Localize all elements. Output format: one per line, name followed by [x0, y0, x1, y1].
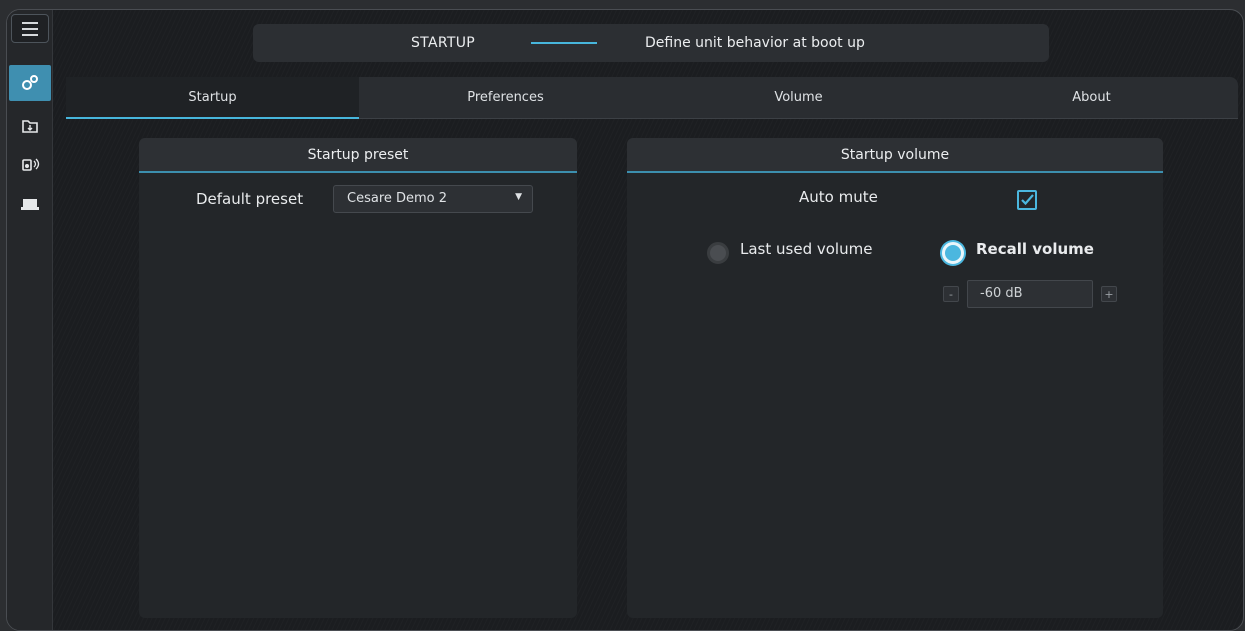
speaker-icon[interactable] [7, 146, 52, 182]
startup-preset-panel: Startup preset Default preset Cesare Dem… [139, 138, 577, 618]
tab-preferences[interactable]: Preferences [359, 77, 652, 118]
volume-decrease-button[interactable]: - [943, 286, 959, 302]
last-used-volume-label: Last used volume [740, 240, 873, 258]
tab-startup[interactable]: Startup [66, 77, 359, 119]
last-used-volume-radio[interactable] [707, 242, 729, 264]
folder-download-icon[interactable] [7, 108, 52, 144]
default-preset-value: Cesare Demo 2 [347, 191, 448, 206]
dropdown-arrow-icon: ▼ [515, 192, 522, 202]
recall-volume-label: Recall volume [976, 240, 1094, 258]
app-window: STARTUP Define unit behavior at boot up … [6, 9, 1244, 631]
startup-volume-title: Startup volume [627, 138, 1163, 173]
header-divider [531, 42, 597, 44]
recall-volume-radio[interactable] [942, 242, 964, 264]
tab-about[interactable]: About [945, 77, 1238, 118]
page-title: STARTUP [411, 35, 475, 51]
volume-value: -60 dB [980, 286, 1023, 301]
menu-icon[interactable] [11, 14, 49, 43]
startup-volume-panel: Startup volume Auto mute Last used volum… [627, 138, 1163, 618]
default-preset-select[interactable]: Cesare Demo 2 ▼ [333, 185, 533, 213]
tab-volume[interactable]: Volume [652, 77, 945, 118]
page-header: STARTUP Define unit behavior at boot up [253, 24, 1049, 62]
auto-mute-checkbox[interactable] [1017, 190, 1037, 210]
startup-preset-title: Startup preset [139, 138, 577, 173]
settings-gears-icon[interactable] [9, 65, 51, 101]
auto-mute-label: Auto mute [799, 188, 878, 206]
device-icon[interactable] [7, 186, 52, 222]
sidebar [7, 10, 53, 630]
tab-bar: Startup Preferences Volume About [66, 77, 1238, 119]
volume-increase-button[interactable]: + [1101, 286, 1117, 302]
page-subtitle: Define unit behavior at boot up [645, 35, 865, 51]
default-preset-label: Default preset [196, 190, 304, 208]
volume-input[interactable]: -60 dB [967, 280, 1093, 308]
